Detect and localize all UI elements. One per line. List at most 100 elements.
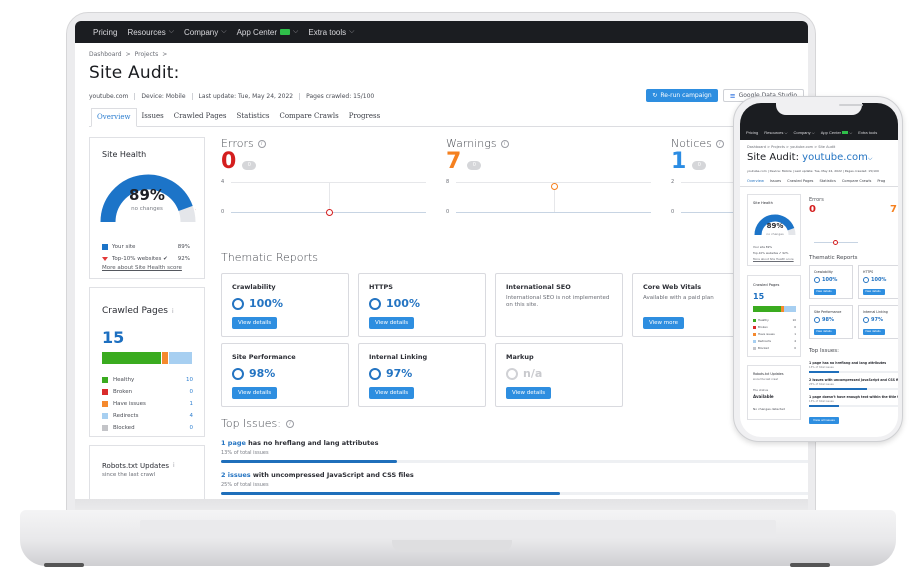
issue-link[interactable]: 2 issues <box>221 471 253 479</box>
view-details-button[interactable]: View details <box>814 289 836 295</box>
legend-row-blocked[interactable]: Blocked 0 <box>102 425 193 431</box>
nav-pricing[interactable]: Pricing <box>93 28 117 37</box>
card-title: HTTPS <box>863 270 874 274</box>
domain-selector[interactable]: youtube.com <box>802 152 868 163</box>
nav-resources[interactable]: Resources ⌵ <box>127 28 174 37</box>
view-all-issues-button[interactable]: View all issues <box>809 417 839 424</box>
more-about-site-health-link[interactable]: More about Site Health score <box>753 257 794 261</box>
issue-item: 2 issues with uncompressed JavaScript an… <box>221 471 808 495</box>
phone-robots-card: Robots.txt Updates since the last crawl … <box>747 365 801 420</box>
view-details-button[interactable]: View details <box>863 289 885 295</box>
tab-compare-crawls[interactable]: Compare Crawls <box>842 179 871 183</box>
chevron-down-icon[interactable]: ⌵ <box>868 155 873 162</box>
info-icon[interactable]: i <box>500 139 509 148</box>
tab-statistics[interactable]: Statistics <box>819 179 835 183</box>
nav-extra-tools[interactable]: Extra tools ⌵ <box>308 28 354 37</box>
nav-company[interactable]: Company ⌵ <box>794 130 815 135</box>
card-title: Internal Linking <box>863 310 888 314</box>
bar-segment-redirects[interactable] <box>168 352 192 364</box>
nav-resources[interactable]: Resources ⌵ <box>764 130 787 135</box>
legend-value: 10 <box>186 377 193 383</box>
tab-crawled-pages[interactable]: Crawled Pages <box>787 179 813 183</box>
tab-crawled-pages[interactable]: Crawled Pages <box>169 108 232 126</box>
view-details-button[interactable]: View details <box>232 317 278 329</box>
breadcrumb: Dashboard > Projects > <box>89 51 794 58</box>
spark-point[interactable] <box>326 209 333 216</box>
legend-top10[interactable]: Top-10% websites ✔ 92% <box>102 256 190 262</box>
tab-issues[interactable]: Issues <box>770 179 781 183</box>
tab-issues[interactable]: Issues <box>137 108 169 126</box>
bar-segment-healthy[interactable] <box>102 352 161 364</box>
robots-subtitle: since the last crawl <box>102 472 156 478</box>
thematic-card-crawlability: Crawlability 100% View details <box>221 273 349 337</box>
info-icon[interactable]: i <box>172 308 174 315</box>
info-icon[interactable]: i <box>257 139 266 148</box>
breadcrumb-separator: > <box>162 51 168 58</box>
phone-errors-value[interactable]: 0 <box>809 204 816 215</box>
score-ring-icon <box>814 317 820 323</box>
view-details-button[interactable]: View details <box>369 317 415 329</box>
crawled-pages-total[interactable]: 15 <box>102 328 124 347</box>
tab-overview[interactable]: Overview <box>747 179 764 183</box>
spark-point[interactable] <box>551 182 558 190</box>
nav-pricing[interactable]: Pricing <box>746 130 758 135</box>
view-details-button[interactable]: View details <box>232 387 278 399</box>
view-details-button[interactable]: View details <box>506 387 552 399</box>
view-more-button[interactable]: View more <box>643 317 685 329</box>
tab-progress[interactable]: Prog <box>877 179 885 183</box>
legend-row-have-issues[interactable]: Have issues 1 <box>102 401 193 407</box>
legend-row-broken[interactable]: Broken 0 <box>102 389 193 395</box>
tab-progress[interactable]: Progress <box>344 108 385 126</box>
card-title: Crawlability <box>814 270 833 274</box>
nav-label: App Center <box>236 27 278 37</box>
nav-app-center[interactable]: App Center ⌵ <box>821 130 853 135</box>
issue-link[interactable]: 1 page <box>221 439 248 447</box>
info-icon[interactable]: i <box>715 139 724 148</box>
nav-extra-tools[interactable]: Extra tools <box>858 130 877 135</box>
info-icon[interactable]: i <box>173 462 175 470</box>
info-icon[interactable]: i <box>285 419 294 428</box>
site-health-value: 89% <box>129 186 165 204</box>
card-title: Markup <box>506 353 534 361</box>
view-details-button[interactable]: View details <box>863 329 885 335</box>
phone-issue-title[interactable]: 1 page has no hreflang and lang attribut… <box>809 361 886 365</box>
phone-warnings-value[interactable]: 7 <box>890 204 897 215</box>
legend-row-healthy[interactable]: Healthy 10 <box>102 377 193 383</box>
metric-warnings: Warnings i 7 0 8 0 <box>446 137 656 227</box>
breadcrumb-projects[interactable]: Projects <box>135 51 159 58</box>
legend-top10[interactable]: Top-10% websites ✔ 92% <box>753 251 788 255</box>
phone-issue-title[interactable]: 2 issues with uncompressed JavaScript an… <box>809 378 898 382</box>
thematic-card-markup: Markup n/a View details <box>495 343 623 407</box>
rerun-campaign-button[interactable]: ↻ Re-run campaign <box>646 89 718 102</box>
view-details-button[interactable]: View details <box>369 387 415 399</box>
chevron-down-icon: ⌵ <box>349 28 355 35</box>
card-title: Robots.txt Updates <box>753 372 784 376</box>
meta-device: Device: Mobile <box>134 93 191 100</box>
phone-thematic-card: Internal Linking 97% View details <box>858 305 898 339</box>
breadcrumb-dashboard[interactable]: Dashboard <box>89 51 122 58</box>
legend-text: Blocked <box>758 346 769 350</box>
issue-text: with uncompressed JavaScript and CSS fil… <box>252 471 414 479</box>
tab-compare-crawls[interactable]: Compare Crawls <box>274 108 343 126</box>
button-label: View details <box>865 290 881 293</box>
bar-segment-have-issues[interactable] <box>161 352 168 364</box>
speaker-icon <box>839 104 863 106</box>
tab-overview[interactable]: Overview <box>91 108 137 127</box>
nav-app-center[interactable]: App Center ⌵ <box>237 28 299 37</box>
view-details-button[interactable]: View details <box>814 329 836 335</box>
legend-row-redirects[interactable]: Redirects 4 <box>102 413 193 419</box>
phone-notch <box>776 103 863 115</box>
issue-progress-fill <box>221 460 398 463</box>
legend-value: 0 <box>794 346 796 350</box>
more-about-site-health-link[interactable]: More about Site Health score <box>102 265 182 271</box>
metric-value[interactable]: 70 <box>446 150 656 174</box>
robots-title: Robots.txt Updates i <box>102 462 175 470</box>
phone-screen: Pricing Resources ⌵ Company ⌵ App Center… <box>740 103 898 437</box>
metric-value[interactable]: 00 <box>221 150 431 174</box>
crawled-pages-total[interactable]: 15 <box>753 292 764 301</box>
tab-statistics[interactable]: Statistics <box>231 108 274 126</box>
phone-issue-title[interactable]: 1 page doesn't have enough text within t… <box>809 395 898 399</box>
card-score: 97% <box>863 317 883 323</box>
legend-text: Healthy <box>113 377 135 383</box>
nav-company[interactable]: Company ⌵ <box>184 28 227 37</box>
